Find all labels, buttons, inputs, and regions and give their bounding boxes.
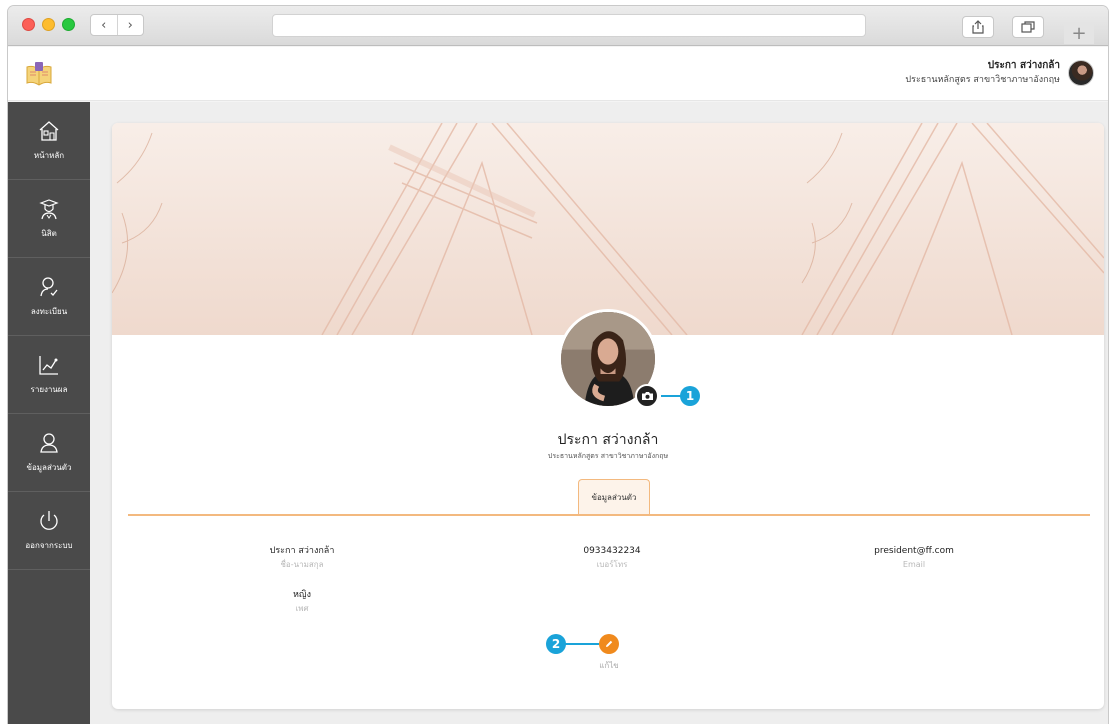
power-icon xyxy=(40,511,58,530)
main-content: 1 ประกา สว่างกล้า ประธานหลักสูตร สาขาวิช… xyxy=(90,102,1108,724)
sidebar-item-home[interactable]: หน้าหลัก xyxy=(8,102,90,180)
edit-button[interactable] xyxy=(599,634,619,654)
camera-icon xyxy=(641,392,653,400)
share-icon xyxy=(972,20,984,34)
user-role: ประธานหลักสูตร สาขาวิชาภาษาอังกฤษ xyxy=(905,75,1060,85)
callout-line xyxy=(661,395,681,397)
sidebar-item-registration[interactable]: ลงทะเบียน xyxy=(8,258,90,336)
callout-line xyxy=(565,643,599,645)
edit-label[interactable]: แก้ไข xyxy=(579,659,639,672)
user-name: ประกา สว่างกล้า xyxy=(987,60,1060,71)
field-email: president@ff.com Email xyxy=(854,545,974,571)
app-header: ประกา สว่างกล้า ประธานหลักสูตร สาขาวิชาภ… xyxy=(8,47,1108,101)
tabs-icon xyxy=(1021,21,1035,33)
field-value: 0933432234 xyxy=(583,546,641,556)
cover-image xyxy=(112,123,1104,335)
field-value: president@ff.com xyxy=(874,546,954,556)
user-check-icon xyxy=(40,277,58,297)
field-label: Email xyxy=(902,560,926,569)
field-phone: 0933432234 เบอร์โทร xyxy=(552,545,672,571)
profile-card: 1 ประกา สว่างกล้า ประธานหลักสูตร สาขาวิช… xyxy=(112,123,1104,709)
callout-badge-2: 2 xyxy=(546,634,566,654)
user-info[interactable]: ประกา สว่างกล้า ประธานหลักสูตร สาขาวิชาภ… xyxy=(905,59,1094,87)
field-label: เพศ xyxy=(295,604,309,613)
new-tab-button[interactable]: + xyxy=(1064,22,1094,44)
profile-role: ประธานหลักสูตร สาขาวิชาภาษาอังกฤษ xyxy=(547,452,669,460)
browser-window: ‹ › + ประกา สว่างกล้า ประธานหลักสูตร สาข… xyxy=(8,6,1108,724)
sidebar-item-label: นิสิต xyxy=(41,229,57,238)
field-gender: หญิง เพศ xyxy=(242,589,362,615)
sidebar-item-label: ลงทะเบียน xyxy=(30,307,68,316)
sidebar-item-label: ข้อมูลส่วนตัว xyxy=(26,463,72,472)
tab-underline xyxy=(128,514,1090,516)
home-icon xyxy=(39,121,59,141)
graduate-icon xyxy=(39,199,59,220)
field-label: เบอร์โทร xyxy=(596,560,628,569)
sidebar-item-label: รายงานผล xyxy=(30,385,68,394)
chart-icon xyxy=(39,356,58,375)
close-window-button[interactable] xyxy=(22,18,35,31)
callout-badge-1: 1 xyxy=(680,386,700,406)
field-label: ชื่อ-นามสกุล xyxy=(280,560,324,569)
sidebar-item-profile[interactable]: ข้อมูลส่วนตัว xyxy=(8,414,90,492)
chevron-left-icon[interactable]: ‹ xyxy=(91,15,117,35)
maximize-window-button[interactable] xyxy=(62,18,75,31)
book-logo-icon[interactable] xyxy=(24,59,54,89)
tabs-overview-button[interactable] xyxy=(1012,16,1044,38)
change-photo-button[interactable] xyxy=(635,384,659,408)
share-button[interactable] xyxy=(962,16,994,38)
sidebar-item-logout[interactable]: ออกจากระบบ xyxy=(8,492,90,570)
user-icon xyxy=(40,433,58,453)
chevron-right-icon[interactable]: › xyxy=(116,15,144,35)
sidebar-item-reports[interactable]: รายงานผล xyxy=(8,336,90,414)
minimize-window-button[interactable] xyxy=(42,18,55,31)
sidebar-item-label: หน้าหลัก xyxy=(33,151,65,160)
avatar[interactable] xyxy=(1068,60,1094,86)
browser-titlebar: ‹ › + xyxy=(8,6,1108,46)
tab-personal-info[interactable]: ข้อมูลส่วนตัว xyxy=(578,479,650,515)
sidebar-item-label: ออกจากระบบ xyxy=(25,541,73,550)
profile-name: ประกา สว่างกล้า xyxy=(557,432,659,448)
address-bar[interactable] xyxy=(272,14,866,37)
pencil-icon xyxy=(606,640,613,647)
field-fullname: ประกา สว่างกล้า ชื่อ-นามสกุล xyxy=(242,545,362,571)
field-value: ประกา สว่างกล้า xyxy=(269,546,335,556)
sidebar: หน้าหลัก นิสิต ลงทะเบียน รายงานผล ข้อมูล… xyxy=(8,102,90,724)
field-value: หญิง xyxy=(293,590,311,600)
sidebar-item-students[interactable]: นิสิต xyxy=(8,180,90,258)
history-nav: ‹ › xyxy=(90,14,144,36)
